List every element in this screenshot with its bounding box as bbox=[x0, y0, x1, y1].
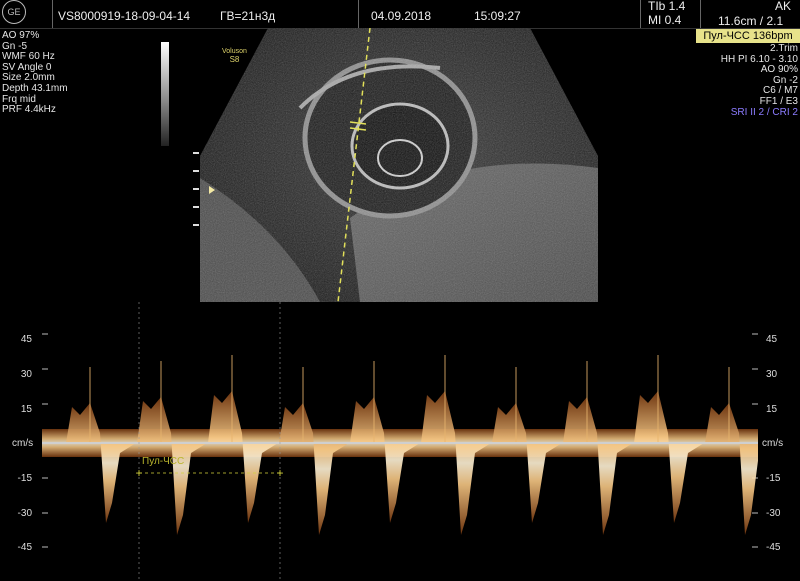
caliper-crosshair-icon[interactable]: + bbox=[135, 466, 142, 480]
left-axis-label: 30 bbox=[20, 369, 32, 380]
ge-logo-icon: GE bbox=[2, 0, 26, 24]
param-line: Depth 43.1mm bbox=[2, 82, 68, 94]
caliper-crosshair-icon[interactable]: + bbox=[276, 466, 283, 480]
param-line: FF1 / E3 bbox=[759, 95, 798, 107]
left-axis-label: -45 bbox=[17, 542, 32, 553]
left-axis-label: 45 bbox=[20, 334, 32, 345]
exam-date: 04.09.2018 bbox=[371, 9, 432, 23]
param-line: PRF 4.4kHz bbox=[2, 104, 56, 116]
systolic-burst bbox=[279, 403, 349, 535]
systolic-burst bbox=[705, 403, 758, 535]
left-axis-label: -30 bbox=[17, 508, 32, 519]
systolic-burst bbox=[492, 403, 562, 523]
header-divider bbox=[640, 0, 641, 28]
right-axis-label: 30 bbox=[766, 369, 778, 380]
gestational-age: ГВ=21н3д bbox=[220, 9, 276, 23]
right-axis-label: 45 bbox=[766, 334, 778, 345]
depth-tick bbox=[193, 206, 199, 208]
param-line: 2.Trim bbox=[770, 43, 798, 54]
heart-rate-badge: Пул-ЧСС 136bpm bbox=[696, 29, 800, 43]
grayscale-bar bbox=[161, 42, 169, 146]
sri-label: SRI II 2 / CRI 2 bbox=[730, 106, 798, 118]
depth-tick bbox=[193, 224, 199, 226]
systolic-burst bbox=[421, 391, 491, 535]
header-divider bbox=[358, 0, 359, 28]
right-axis-label: -45 bbox=[766, 542, 781, 553]
operator-initials: AK bbox=[775, 0, 792, 13]
mi-index: MI 0.4 bbox=[648, 13, 682, 27]
depth-tick bbox=[193, 170, 199, 172]
exam-time: 15:09:27 bbox=[474, 9, 521, 23]
systolic-burst bbox=[350, 397, 420, 523]
doppler-spectrum: + + bbox=[42, 302, 758, 581]
orientation-marker-icon bbox=[209, 186, 215, 194]
header-divider bbox=[52, 0, 53, 28]
depth-frequency: 11.6cm / 2.1 bbox=[718, 14, 784, 28]
speckle-texture bbox=[200, 28, 598, 302]
systolic-burst bbox=[563, 397, 633, 535]
header-divider bbox=[700, 0, 701, 28]
right-axis-label: 15 bbox=[766, 404, 778, 415]
right-axis-label: -30 bbox=[766, 508, 781, 519]
voluson-probe-label: Voluson S8 bbox=[222, 48, 247, 64]
left-param-panel: AO 97% Gn -5 WMF 60 Hz SV Angle 0 Size 2… bbox=[2, 30, 68, 116]
right-axis-label: -15 bbox=[766, 473, 781, 484]
caliper-label: Пул-ЧСС bbox=[142, 456, 185, 467]
patient-id: VS8000919-18-09-04-14 bbox=[58, 9, 191, 23]
param-line: AO 97% bbox=[2, 30, 40, 41]
right-param-panel: 2.Trim HH PI 6.10 - 3.10 AO 90% Gn -2 C6… bbox=[721, 43, 798, 118]
depth-tick bbox=[193, 188, 199, 190]
bmode-image bbox=[200, 28, 598, 302]
left-axis-unit: cm/s bbox=[12, 438, 34, 449]
spectral-waveform bbox=[42, 355, 758, 535]
left-axis-label: 15 bbox=[20, 404, 32, 415]
left-axis-label: -15 bbox=[17, 473, 32, 484]
probe-label: S8 bbox=[229, 55, 240, 64]
depth-tick bbox=[193, 152, 199, 154]
systolic-burst bbox=[66, 403, 136, 523]
right-axis-unit: cm/s bbox=[762, 438, 784, 449]
tib-index: TIb 1.4 bbox=[648, 0, 686, 13]
